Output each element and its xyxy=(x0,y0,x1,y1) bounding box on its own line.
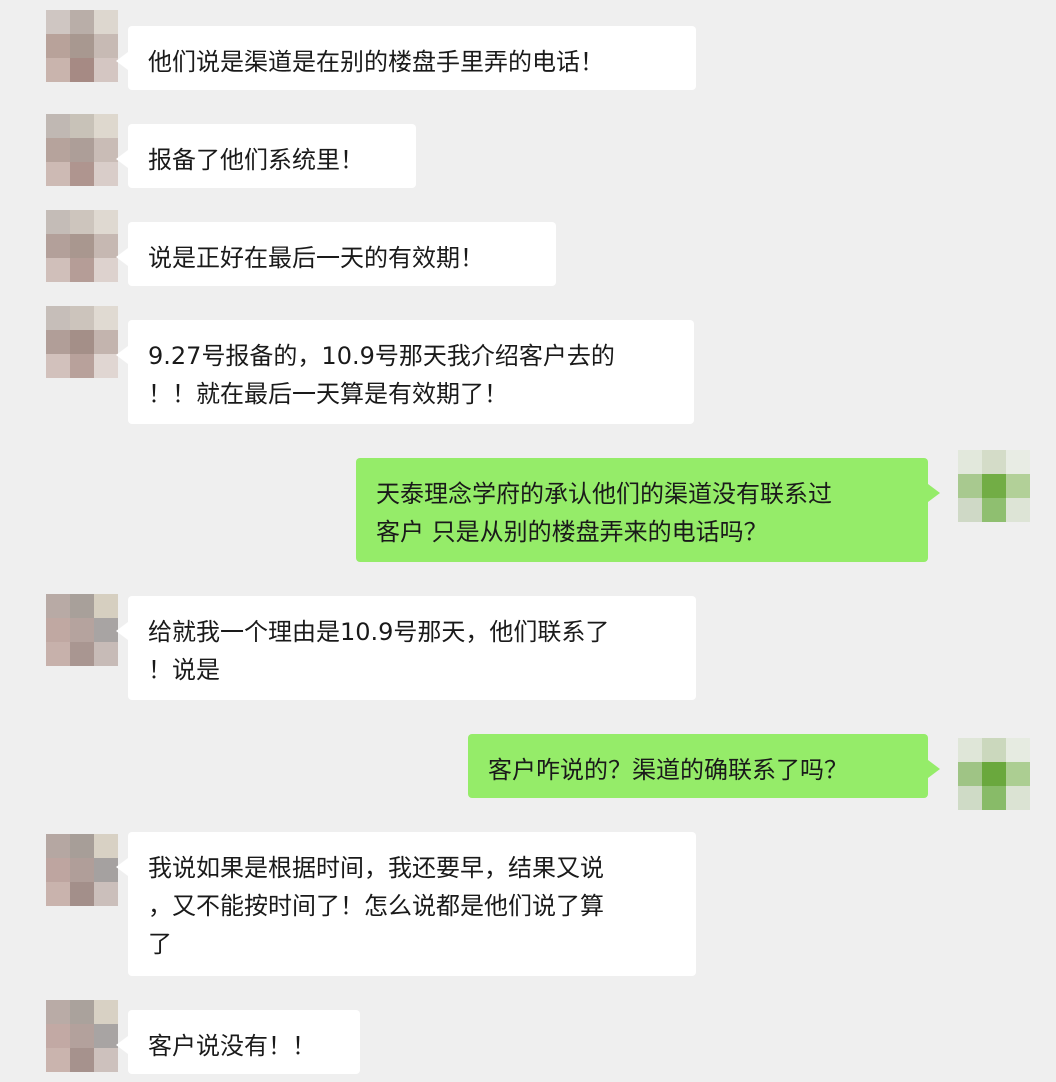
message-bubble-incoming[interactable]: 客户说没有！！ xyxy=(116,1010,360,1074)
contact-avatar[interactable] xyxy=(46,10,118,82)
message-bubble-incoming[interactable]: 说是正好在最后一天的有效期！ xyxy=(116,222,556,286)
contact-avatar[interactable] xyxy=(46,1000,118,1072)
my-avatar[interactable] xyxy=(958,738,1030,810)
contact-avatar[interactable] xyxy=(46,114,118,186)
message-bubble-incoming[interactable]: 报备了他们系统里！ xyxy=(116,124,416,188)
message-bubble-outgoing[interactable]: 客户咋说的？渠道的确联系了吗？ xyxy=(468,734,940,798)
message-bubble-incoming[interactable]: 他们说是渠道是在别的楼盘手里弄的电话！ xyxy=(116,26,696,90)
contact-avatar[interactable] xyxy=(46,306,118,378)
message-bubble-incoming[interactable]: 9.27号报备的，10.9号那天我介绍客户去的 ！！就在最后一天算是有效期了！ xyxy=(116,320,694,424)
message-bubble-incoming[interactable]: 给就我一个理由是10.9号那天，他们联系了 ！说是 xyxy=(116,596,696,700)
contact-avatar[interactable] xyxy=(46,210,118,282)
chat-conversation: 他们说是渠道是在别的楼盘手里弄的电话！ 报备了他们系统里！ 说是正好在最后一天的… xyxy=(0,0,1056,1082)
message-bubble-incoming[interactable]: 我说如果是根据时间，我还要早，结果又说 ，又不能按时间了！怎么说都是他们说了算 … xyxy=(116,832,696,976)
contact-avatar[interactable] xyxy=(46,594,118,666)
contact-avatar[interactable] xyxy=(46,834,118,906)
message-bubble-outgoing[interactable]: 天泰理念学府的承认他们的渠道没有联系过 客户 只是从别的楼盘弄来的电话吗？ xyxy=(356,458,940,562)
my-avatar[interactable] xyxy=(958,450,1030,522)
